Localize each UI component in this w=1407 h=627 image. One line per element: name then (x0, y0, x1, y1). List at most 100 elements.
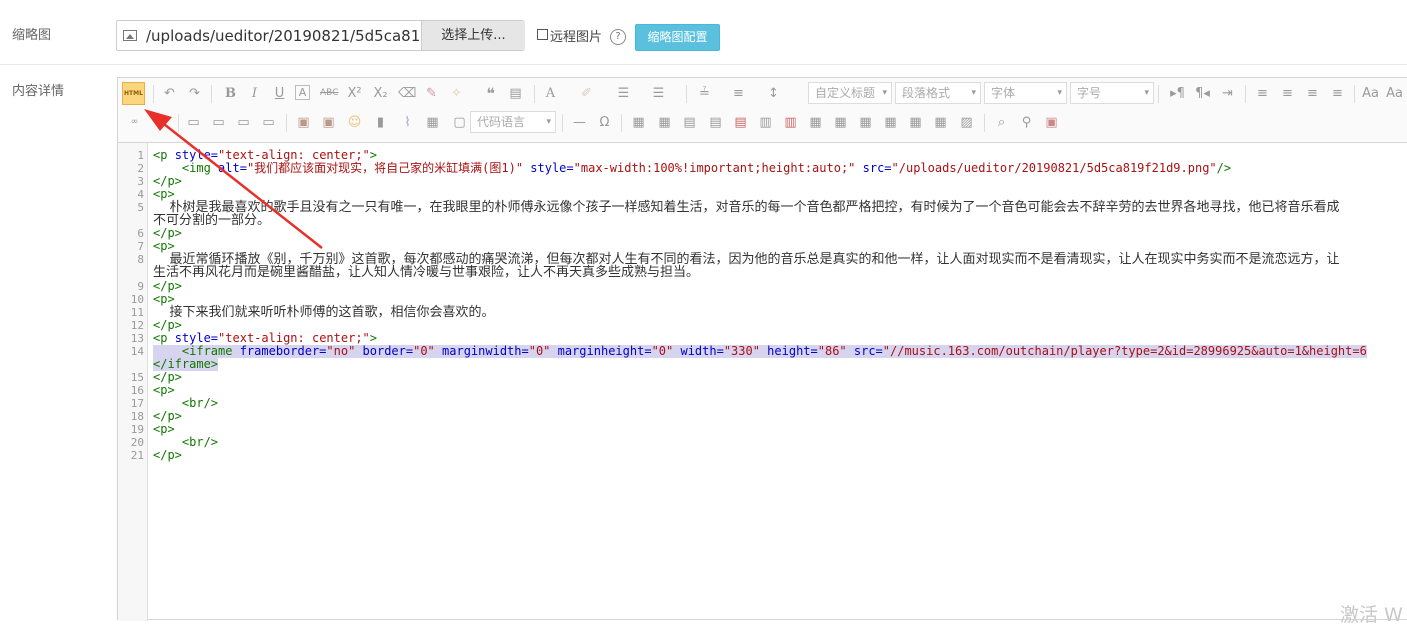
ltr-icon[interactable]: ▸¶ (1169, 85, 1186, 102)
split-cols-icon[interactable]: ▦ (932, 114, 949, 131)
map-icon[interactable]: ▦ (424, 114, 441, 131)
html-source-button[interactable]: HTML (122, 82, 145, 105)
custom-title-select[interactable]: 自定义标题 (808, 82, 892, 104)
code-line[interactable]: </p> (153, 279, 182, 293)
insert-paragraph-before-table-icon[interactable]: ▤ (681, 114, 698, 131)
unordered-list-icon[interactable]: ☰ (650, 85, 667, 102)
horizontal-rule-icon[interactable]: — (571, 114, 588, 131)
code-line[interactable]: 接下来我们就来听听朴师傅的这首歌，相信你会喜欢的。 (153, 306, 495, 319)
delete-col-icon[interactable]: ▥ (782, 114, 799, 131)
code-line[interactable]: <p> (153, 292, 175, 306)
font-color-icon[interactable]: A (542, 85, 559, 102)
paste-text-icon[interactable]: ▤ (507, 85, 524, 102)
thumbnail-path-field[interactable]: /uploads/ueditor/20190821/5d5ca819f21d9.… (116, 20, 525, 51)
insert-image-icon[interactable]: ▣ (320, 114, 337, 131)
code-line[interactable]: 生活不再风花月而是碗里酱醋盐，让人知人情冷暖与世事艰险，让人不再天真多些成熟与担… (153, 266, 699, 279)
delete-row-icon[interactable]: ▤ (732, 114, 749, 131)
code-line[interactable]: </p> (153, 449, 182, 462)
merge-down-icon[interactable]: ▦ (857, 114, 874, 131)
font-size-select[interactable]: 字号 (1070, 82, 1154, 104)
subscript-icon[interactable]: X₂ (372, 85, 389, 102)
thumbnail-path-value[interactable]: /uploads/ueditor/20190821/5d5ca819f21d9.… (146, 27, 421, 45)
code-line[interactable]: <p style="text-align: center;"> (153, 330, 377, 345)
row-spacing-bottom-icon[interactable]: ≡ (730, 85, 747, 102)
align-right-icon[interactable]: ≡ (1304, 85, 1321, 102)
insert-row-icon[interactable]: ▤ (707, 114, 724, 131)
font-border-icon[interactable]: A (295, 85, 310, 100)
search-replace-icon[interactable]: ⚲ (1018, 114, 1035, 131)
merge-right-icon[interactable]: ▦ (832, 114, 849, 131)
insert-table-icon[interactable]: ▦ (630, 114, 647, 131)
thumbnail-config-button[interactable]: 缩略图配置 (635, 24, 720, 51)
underline-icon[interactable]: U (271, 85, 288, 102)
toolbar-separator (534, 85, 535, 103)
print-icon[interactable]: ▨ (958, 114, 975, 131)
code-line[interactable]: </p> (153, 370, 182, 384)
code-line[interactable]: </p> (153, 318, 182, 332)
case-transform-lower-icon[interactable]: Aa (1386, 85, 1403, 102)
format-brush-icon[interactable]: ✎ (423, 85, 440, 102)
eraser-icon[interactable]: ⌫ (398, 85, 416, 102)
source-code-area[interactable]: 1 2 3 4 5 6 7 8 9 10 11 12 13 14 15 16 17 18 19 20 21 <p sty… (118, 143, 1407, 621)
row-spacing-top-icon[interactable]: ≟ (696, 85, 713, 102)
emotion-icon[interactable]: ☺ (346, 114, 363, 131)
code-line[interactable]: </p> (153, 227, 182, 240)
code-line[interactable]: </iframe> (153, 357, 219, 371)
redo-icon[interactable]: ↷ (186, 85, 203, 102)
image-right-icon[interactable]: ▭ (235, 114, 252, 131)
merge-cells-icon[interactable]: ▦ (807, 114, 824, 131)
superscript-icon[interactable]: X² (346, 85, 363, 102)
bold-icon[interactable]: B (222, 85, 239, 102)
split-cells-icon[interactable]: ▦ (882, 114, 899, 131)
line-number: 4 (137, 188, 144, 202)
insert-frame-icon[interactable]: ▢ (451, 114, 468, 131)
code-line[interactable]: <p> (153, 423, 175, 436)
link-icon[interactable]: ∞ (126, 114, 143, 131)
simple-upload-icon[interactable]: ▣ (295, 114, 312, 131)
indent-icon[interactable]: ⇥ (1219, 85, 1236, 102)
code-line[interactable]: <br/> (153, 436, 218, 449)
insert-col-icon[interactable]: ▥ (757, 114, 774, 131)
code-line[interactable]: <br/> (153, 396, 218, 410)
align-left-icon[interactable]: ≡ (1254, 85, 1271, 102)
font-family-select[interactable]: 字体 (984, 82, 1067, 104)
help-icon[interactable]: ? (610, 29, 626, 45)
line-number: 1 (137, 149, 144, 162)
blockquote-icon[interactable]: ❝ (482, 85, 499, 102)
undo-icon[interactable]: ↶ (161, 85, 178, 102)
code-language-select[interactable]: 代码语言 (470, 111, 556, 133)
ordered-list-icon[interactable]: ☰ (615, 85, 632, 102)
background-color-icon[interactable]: ✐ (578, 85, 595, 102)
insert-video-icon[interactable]: ▮ (372, 114, 389, 131)
case-transform-icon[interactable]: Aa (1362, 85, 1379, 102)
remote-image-checkbox[interactable]: 远程图片 (537, 26, 602, 45)
checkbox-box[interactable] (537, 29, 548, 40)
attachment-icon[interactable]: ⌇ (399, 114, 416, 131)
image-center-icon[interactable]: ▭ (260, 114, 277, 131)
align-justify-icon[interactable]: ≡ (1329, 85, 1346, 102)
code-line[interactable]: </p> (153, 175, 182, 188)
line-number: 15 (130, 370, 144, 384)
split-rows-icon[interactable]: ▦ (907, 114, 924, 131)
line-height-icon[interactable]: ↕ (765, 85, 782, 102)
align-center-icon[interactable]: ≡ (1279, 85, 1296, 102)
code-line[interactable]: 朴树是我最喜欢的歌手且没有之一只有唯一，在我眼里的朴师傅永远像个孩子一样感知着生… (153, 201, 1340, 214)
italic-icon[interactable]: I (246, 85, 263, 102)
code-line[interactable]: <img alt="我们都应该面对现实，将自己家的米缸填满(图1)" style… (153, 162, 1231, 175)
strikethrough-icon[interactable]: ABC (320, 85, 338, 102)
delete-table-icon[interactable]: ▦ (656, 114, 673, 131)
code-line[interactable]: </p> (153, 410, 182, 423)
upload-button[interactable]: 选择上传... (421, 21, 525, 50)
rtl-icon[interactable]: ¶◂ (1194, 85, 1211, 102)
auto-typeset-icon[interactable]: ✧ (448, 85, 465, 102)
paragraph-format-select[interactable]: 段落格式 (895, 82, 981, 104)
special-chars-icon[interactable]: Ω (596, 114, 613, 131)
preview-icon[interactable]: ⌕ (993, 114, 1010, 131)
code-token: style= (174, 330, 219, 345)
code-line[interactable]: <iframe frameborder="no" border="0" marg… (153, 344, 1367, 358)
code-line[interactable]: 不可分割的一部分。 (153, 214, 270, 227)
image-none-icon[interactable]: ▭ (185, 114, 202, 131)
image-left-icon[interactable]: ▭ (210, 114, 227, 131)
code-line[interactable]: <p> (153, 383, 175, 397)
drafts-icon[interactable]: ▣ (1043, 114, 1060, 131)
